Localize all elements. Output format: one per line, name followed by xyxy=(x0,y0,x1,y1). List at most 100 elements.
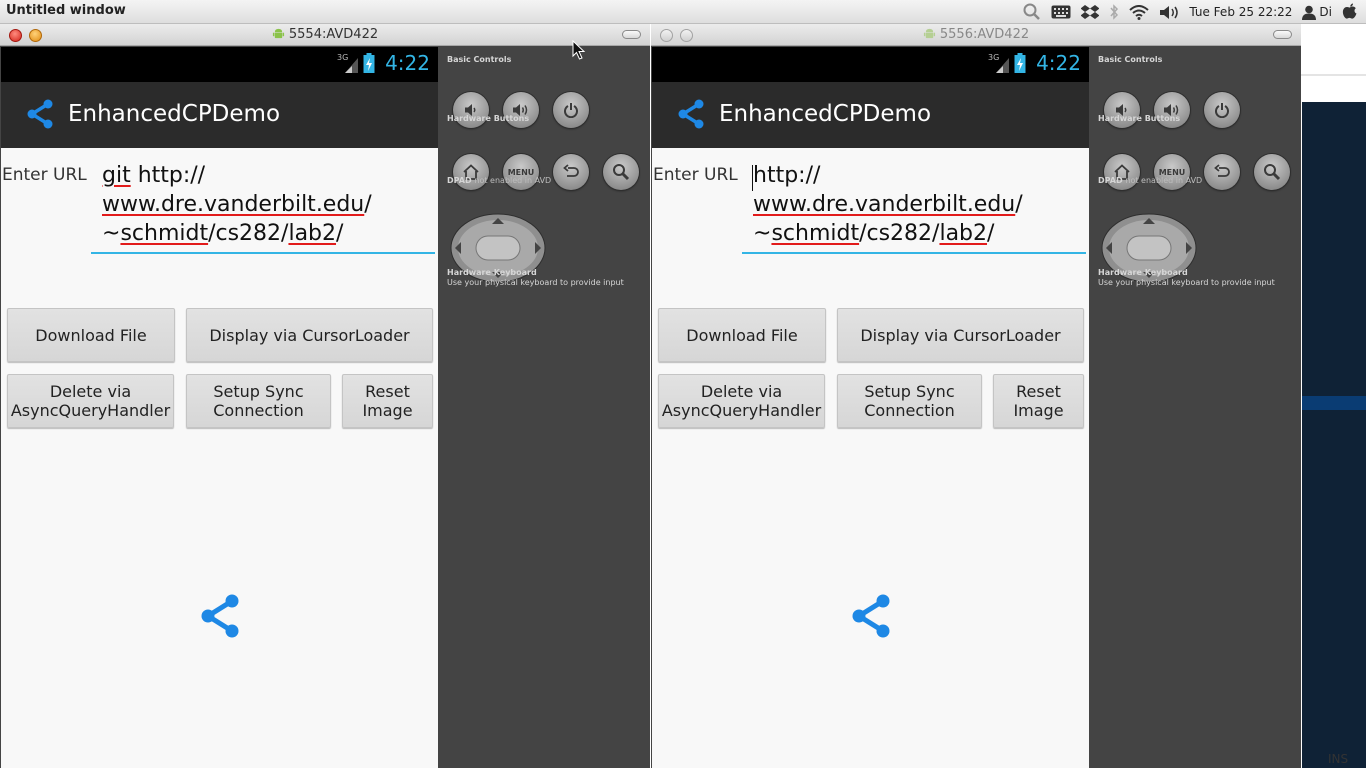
url-line-2: www.dre.vanderbilt.edu/ xyxy=(102,192,372,217)
app-title: EnhancedCPDemo xyxy=(68,101,281,127)
user-name: Di xyxy=(1319,5,1332,19)
insert-mode-indicator: INS xyxy=(1328,752,1349,766)
search-button[interactable] xyxy=(1254,154,1290,190)
background-window-highlight xyxy=(1302,396,1366,410)
action-bar: EnhancedCPDemo xyxy=(652,82,1089,148)
hardware-keyboard-label: Hardware Keyboard xyxy=(1098,268,1188,277)
url-line-3: ~schmidt/cs282/lab2/ xyxy=(102,221,344,246)
url-input[interactable]: http:// www.dre.vanderbilt.edu/ ~schmidt… xyxy=(742,157,1086,254)
emulator-titlebar[interactable]: 5554:AVD422 xyxy=(0,24,650,46)
user-icon xyxy=(1302,5,1317,20)
share-image-icon xyxy=(852,594,890,638)
back-button[interactable] xyxy=(1204,154,1240,190)
delete-asyncqueryhandler-button[interactable]: Delete via AsyncQueryHandler xyxy=(658,374,825,428)
search-icon xyxy=(613,164,630,181)
share-icon[interactable] xyxy=(25,99,55,129)
apple-icon[interactable] xyxy=(1342,3,1358,21)
emulator-window-5556: 5556:AVD422 3G 4:22 EnhancedCPDemo Enter… xyxy=(651,24,1301,768)
setup-sync-button[interactable]: Setup Sync Connection xyxy=(186,374,331,428)
dpad-title: DPAD xyxy=(447,176,472,185)
search-icon[interactable] xyxy=(1023,3,1041,21)
basic-controls-label: Basic Controls xyxy=(1098,55,1163,64)
status-bar: 3G 4:22 xyxy=(652,47,1089,82)
wifi-icon[interactable] xyxy=(1129,4,1150,20)
basic-controls-label: Basic Controls xyxy=(447,55,512,64)
toolbar-toggle-button[interactable] xyxy=(622,30,641,39)
reset-image-button[interactable]: Reset Image xyxy=(993,374,1084,428)
url-input[interactable]: git http:// www.dre.vanderbilt.edu/ ~sch… xyxy=(91,157,435,254)
signal-icon: 3G xyxy=(337,53,359,73)
android-icon xyxy=(272,28,284,39)
url-line-1: http:// xyxy=(753,163,821,188)
background-window: INS xyxy=(1300,24,1366,768)
url-line-3: ~schmidt/cs282/lab2/ xyxy=(753,221,995,246)
device-screen[interactable]: 3G 4:22 EnhancedCPDemo Enter URL http://… xyxy=(652,47,1089,768)
dpad-note: not enabled in AVD xyxy=(1125,176,1203,185)
download-file-button[interactable]: Download File xyxy=(658,308,826,362)
url-label: Enter URL xyxy=(653,165,738,185)
url-line-3-misspelled-folder: lab2 xyxy=(288,221,337,246)
android-icon xyxy=(923,28,935,39)
dpad-label: DPAD not enabled in AVD xyxy=(447,176,551,185)
back-icon xyxy=(1214,164,1230,177)
power-icon xyxy=(564,103,578,118)
keyboard-icon[interactable] xyxy=(1051,5,1071,19)
svg-text:3G: 3G xyxy=(337,53,348,62)
device-screen[interactable]: 3G 4:22 EnhancedCPDemo Enter URL git htt… xyxy=(1,47,438,768)
background-window-panel xyxy=(1302,102,1366,768)
svg-text:3G: 3G xyxy=(988,53,999,62)
action-bar: EnhancedCPDemo xyxy=(1,82,438,148)
background-window-divider xyxy=(1300,74,1366,76)
url-line-2: www.dre.vanderbilt.edu/ xyxy=(753,192,1023,217)
delete-asyncqueryhandler-button[interactable]: Delete via AsyncQueryHandler xyxy=(7,374,174,428)
setup-sync-button[interactable]: Setup Sync Connection xyxy=(837,374,982,428)
bluetooth-icon[interactable] xyxy=(1109,4,1119,20)
display-cursorloader-button[interactable]: Display via CursorLoader xyxy=(186,308,433,362)
back-button[interactable] xyxy=(553,154,589,190)
system-tray: Tue Feb 25 22:22 Di xyxy=(1023,3,1358,21)
url-line-2-misspelled-host: www.dre.vanderbilt.edu xyxy=(753,192,1016,217)
search-icon xyxy=(1264,164,1281,181)
dropbox-icon[interactable] xyxy=(1081,4,1100,20)
active-window-title: Untitled window xyxy=(6,3,126,18)
url-label: Enter URL xyxy=(2,165,87,185)
share-icon[interactable] xyxy=(676,99,706,129)
hardware-buttons-label: Hardware Buttons xyxy=(447,114,530,123)
url-line-2-misspelled-host: www.dre.vanderbilt.edu xyxy=(102,192,365,217)
user-menu[interactable]: Di xyxy=(1302,5,1332,20)
status-bar: 3G 4:22 xyxy=(1,47,438,82)
emulator-controls-panel: Basic Controls Hardware Buttons MENU DPA… xyxy=(1089,47,1301,768)
hardware-buttons-label: Hardware Buttons xyxy=(1098,114,1181,123)
hardware-keyboard-description: Use your physical keyboard to provide in… xyxy=(447,278,624,287)
reset-image-button[interactable]: Reset Image xyxy=(342,374,433,428)
download-file-button[interactable]: Download File xyxy=(7,308,175,362)
status-clock: 4:22 xyxy=(1036,51,1081,75)
search-button[interactable] xyxy=(603,154,639,190)
dpad-label: DPAD not enabled in AVD xyxy=(1098,176,1202,185)
desktop-menubar: Untitled window Tue Feb 25 22:22 Di xyxy=(0,0,1366,24)
hardware-keyboard-label: Hardware Keyboard xyxy=(447,268,537,277)
status-clock: 4:22 xyxy=(385,51,430,75)
battery-charging-icon xyxy=(363,53,375,73)
volume-icon[interactable] xyxy=(1159,5,1179,20)
dpad-title: DPAD xyxy=(1098,176,1123,185)
hardware-keyboard-description: Use your physical keyboard to provide in… xyxy=(1098,278,1275,287)
back-icon xyxy=(563,164,579,177)
power-button[interactable] xyxy=(553,92,589,128)
clock[interactable]: Tue Feb 25 22:22 xyxy=(1189,5,1292,19)
emulator-window-5554: 5554:AVD422 3G 4:22 EnhancedCPDemo Enter… xyxy=(0,24,650,768)
power-button[interactable] xyxy=(1204,92,1240,128)
display-cursorloader-button[interactable]: Display via CursorLoader xyxy=(837,308,1084,362)
emulator-titlebar[interactable]: 5556:AVD422 xyxy=(651,24,1301,46)
url-line-1-misspelled-word: git xyxy=(102,163,131,188)
power-icon xyxy=(1215,103,1229,118)
app-title: EnhancedCPDemo xyxy=(719,101,932,127)
url-line-3-misspelled-folder: lab2 xyxy=(939,221,988,246)
emulator-controls-panel: Basic Controls Hardware Buttons MENU DPA… xyxy=(438,47,650,768)
url-line-1: git http:// xyxy=(102,163,206,188)
battery-charging-icon xyxy=(1014,53,1026,73)
signal-icon: 3G xyxy=(988,53,1010,73)
toolbar-toggle-button[interactable] xyxy=(1273,30,1292,39)
share-image-icon xyxy=(201,594,239,638)
emulator-title: 5556:AVD422 xyxy=(939,27,1030,42)
